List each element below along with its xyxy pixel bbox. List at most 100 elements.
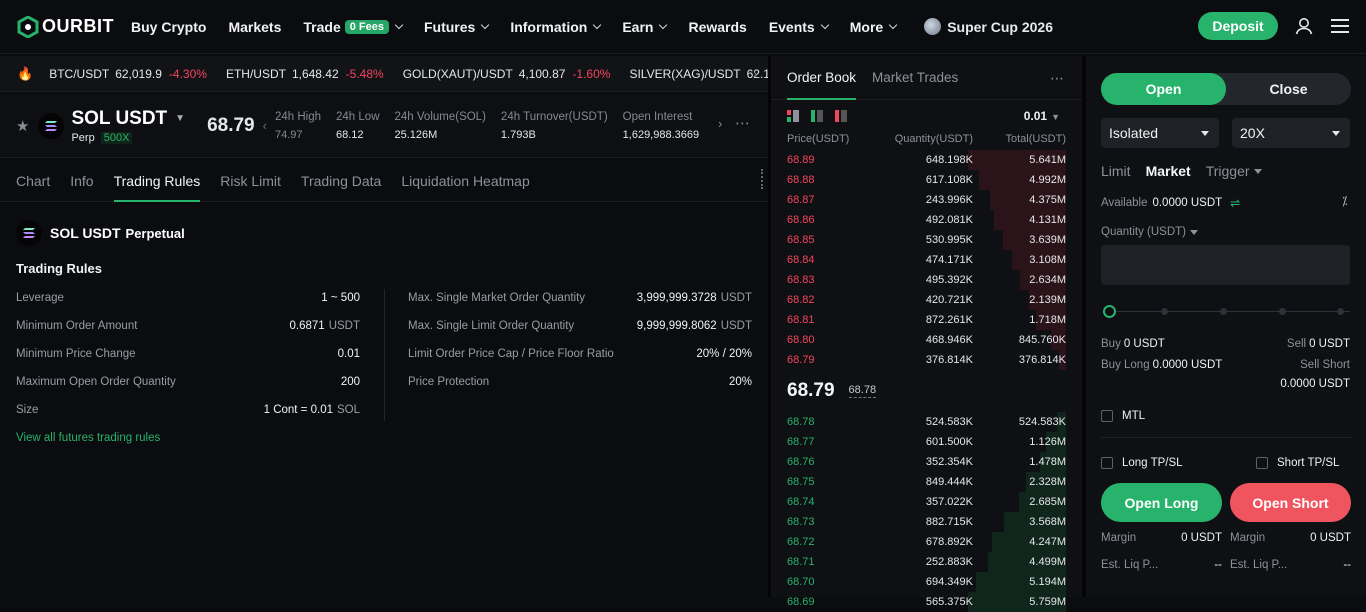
nav-earn[interactable]: Earn	[622, 19, 668, 35]
ask-row[interactable]: 68.89 648.198K 5.641M	[771, 150, 1082, 170]
ticker-item[interactable]: GOLD(XAUT)/USDT 4,100.87 -1.60%	[403, 67, 611, 81]
ticker-item[interactable]: SILVER(XAG)/USDT62.12	[629, 67, 768, 81]
chevron-right-icon[interactable]: ›	[718, 116, 722, 131]
open-long-button[interactable]: Open Long	[1101, 483, 1222, 522]
tab-market-trades[interactable]: Market Trades	[872, 56, 958, 100]
tab-limit[interactable]: Limit	[1101, 163, 1131, 179]
bid-row[interactable]: 68.73 882.715K 3.568M	[771, 512, 1082, 532]
bid-row[interactable]: 68.77 601.500K 1.126M	[771, 432, 1082, 452]
chevron-left-icon[interactable]: ‹	[263, 118, 267, 133]
caret-down-icon	[1190, 229, 1198, 235]
nav-information[interactable]: Information	[510, 19, 602, 35]
super-cup-promo[interactable]: Super Cup 2026	[924, 18, 1053, 35]
both-sides-view-icon[interactable]	[787, 110, 799, 122]
ask-row[interactable]: 68.83 495.392K 2.634M	[771, 270, 1082, 290]
tab-trading-rules[interactable]: Trading Rules	[113, 160, 200, 202]
bid-quantity: 849.444K	[925, 476, 973, 488]
asks-view-icon[interactable]	[835, 110, 847, 122]
ask-total: 1.718M	[1029, 314, 1066, 326]
logo-icon	[17, 15, 39, 38]
quantity-slider[interactable]	[1101, 304, 1350, 318]
open-tab[interactable]: Open	[1101, 73, 1226, 105]
orderbook-tabs: Order Book Market Trades ⋯	[771, 56, 1082, 100]
ask-row[interactable]: 68.87 243.996K 4.375M	[771, 190, 1082, 210]
bid-row[interactable]: 68.78 524.583K 524.583K	[771, 412, 1082, 432]
bid-total: 4.247M	[1029, 536, 1066, 548]
bid-row[interactable]: 68.71 252.883K 4.499M	[771, 552, 1082, 572]
nav-buy-crypto[interactable]: Buy Crypto	[131, 19, 206, 35]
bid-row[interactable]: 68.76 352.354K 1.478M	[771, 452, 1082, 472]
rule-row: Max. Single Limit Order Quantity 9,999,99…	[408, 316, 752, 336]
ticker-symbol: GOLD(XAUT)/USDT	[402, 66, 513, 81]
stat-24h-turnover: 24h Turnover(USDT) 1.793B	[501, 111, 608, 141]
slider-mark[interactable]	[1337, 308, 1344, 315]
nav-label: More	[849, 18, 884, 35]
deposit-button[interactable]: Deposit	[1198, 12, 1278, 40]
bid-row[interactable]: 68.74 357.022K 2.685M	[771, 492, 1082, 512]
tab-trading-data[interactable]: Trading Data	[301, 160, 381, 202]
slider-mark[interactable]	[1161, 308, 1168, 315]
view-all-rules-link[interactable]: View all futures trading rules	[16, 432, 160, 444]
short-tpsl-checkbox[interactable]: Short TP/SL	[1256, 457, 1339, 469]
quantity-label[interactable]: Quantity (USDT)	[1101, 226, 1198, 238]
drag-handle-icon[interactable]	[761, 169, 765, 189]
ticker-item[interactable]: BTC/USDT 62,019.9 -4.30%	[49, 67, 207, 81]
ask-row[interactable]: 68.88 617.108K 4.992M	[771, 170, 1082, 190]
user-icon[interactable]	[1295, 17, 1313, 35]
nav-events[interactable]: Events	[769, 19, 829, 35]
ask-quantity: 617.108K	[925, 174, 973, 186]
transfer-icon[interactable]: ⇌	[1230, 196, 1240, 210]
slider-mark[interactable]	[1220, 308, 1227, 315]
precision-select[interactable]: 0.01 ▼	[1024, 109, 1060, 123]
symbol-selector[interactable]: SOL USDT ▼ Perp 500X	[71, 108, 185, 144]
more-options-icon[interactable]: ⋯	[1050, 70, 1064, 87]
ask-row[interactable]: 68.79 376.814K 376.814K	[771, 350, 1082, 370]
ask-row[interactable]: 68.86 492.081K 4.131M	[771, 210, 1082, 230]
ask-total: 376.814K	[1018, 354, 1066, 366]
margin-mode-select[interactable]: Isolated	[1101, 118, 1219, 148]
rule-key: Max. Single Market Order Quantity	[408, 292, 586, 304]
quantity-input[interactable]	[1101, 245, 1350, 285]
nav-trade[interactable]: Trade 0 Fees	[303, 19, 404, 35]
more-options-icon[interactable]: ⋯	[735, 114, 751, 132]
bid-total: 2.685M	[1029, 496, 1066, 508]
bid-row[interactable]: 68.70 694.349K 5.194M	[771, 572, 1082, 592]
slider-mark[interactable]	[1279, 308, 1286, 315]
slider-knob[interactable]	[1103, 305, 1116, 318]
nav-futures[interactable]: Futures	[424, 19, 490, 35]
ask-row[interactable]: 68.85 530.995K 3.639M	[771, 230, 1082, 250]
nav-rewards[interactable]: Rewards	[688, 19, 746, 35]
close-tab[interactable]: Close	[1226, 73, 1351, 105]
tab-order-book[interactable]: Order Book	[787, 56, 857, 100]
logo[interactable]: OURBIT	[17, 15, 117, 38]
ticker-item[interactable]: ETH/USDT 1,648.42 -5.48%	[226, 67, 384, 81]
tab-trigger[interactable]: Trigger	[1206, 163, 1262, 179]
calculator-icon[interactable]: ⁒	[1342, 194, 1347, 208]
favorite-star-icon[interactable]: ★	[16, 117, 29, 135]
bid-row[interactable]: 68.69 565.375K 5.759M	[771, 592, 1082, 612]
tab-risk-limit[interactable]: Risk Limit	[220, 160, 281, 202]
open-short-button[interactable]: Open Short	[1230, 483, 1351, 522]
bids-view-icon[interactable]	[811, 110, 823, 122]
chevron-right-icon[interactable]: ›	[753, 66, 757, 81]
mtl-checkbox[interactable]: MTL	[1101, 410, 1145, 422]
long-tpsl-checkbox[interactable]: Long TP/SL	[1101, 457, 1183, 469]
tab-market[interactable]: Market	[1146, 163, 1191, 179]
nav-more[interactable]: More	[849, 18, 898, 35]
ask-row[interactable]: 68.81 872.261K 1.718M	[771, 310, 1082, 330]
bid-row[interactable]: 68.72 678.892K 4.247M	[771, 532, 1082, 552]
ticker-price: 4,100.87	[518, 66, 566, 81]
contract-type: Perp	[71, 131, 95, 144]
bid-row[interactable]: 68.75 849.444K 2.328M	[771, 472, 1082, 492]
leverage-select[interactable]: 20X	[1232, 118, 1350, 148]
tab-liquidation-heatmap[interactable]: Liquidation Heatmap	[401, 160, 529, 202]
menu-icon[interactable]	[1331, 18, 1349, 34]
tab-chart[interactable]: Chart	[16, 160, 50, 202]
precision-value: 0.01	[1023, 109, 1048, 123]
ask-row[interactable]: 68.82 420.721K 2.139M	[771, 290, 1082, 310]
ask-row[interactable]: 68.84 474.171K 3.108M	[771, 250, 1082, 270]
nav-markets[interactable]: Markets	[228, 19, 281, 35]
ask-row[interactable]: 68.80 468.946K 845.760K	[771, 330, 1082, 350]
tab-info[interactable]: Info	[70, 160, 93, 202]
sell-short-value: 0.0000 USDT	[1280, 378, 1350, 390]
